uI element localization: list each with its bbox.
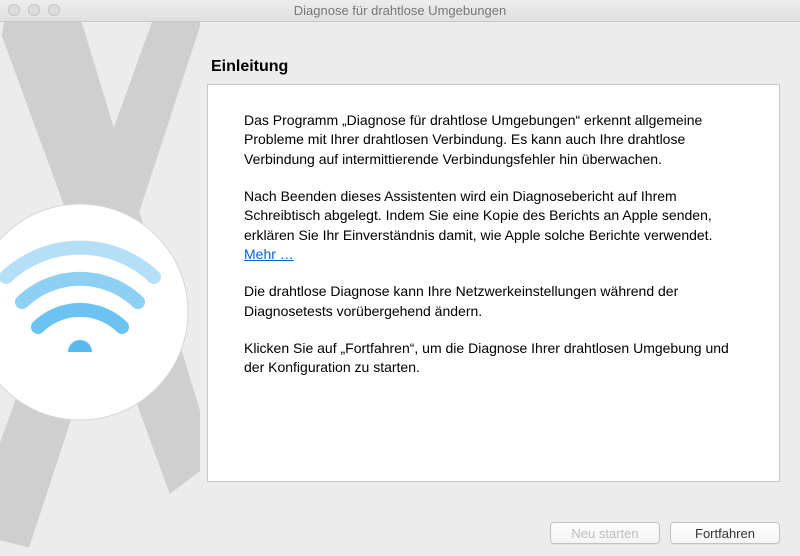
intro-text-box: Das Programm „Diagnose für drahtlose Umg… bbox=[207, 84, 780, 482]
content-panel: Einleitung Das Programm „Diagnose für dr… bbox=[207, 58, 780, 482]
close-icon[interactable] bbox=[8, 4, 20, 16]
wifi-icon bbox=[6, 248, 154, 352]
paragraph: Klicken Sie auf „Fortfahren“, um die Dia… bbox=[244, 339, 745, 378]
window-title: Diagnose für drahtlose Umgebungen bbox=[294, 3, 506, 18]
paragraph: Das Programm „Diagnose für drahtlose Umg… bbox=[244, 111, 745, 169]
button-row: Neu starten Fortfahren bbox=[550, 522, 780, 544]
minimize-icon[interactable] bbox=[28, 4, 40, 16]
window-body: Einleitung Das Programm „Diagnose für dr… bbox=[0, 22, 800, 556]
paragraph: Nach Beenden dieses Assistenten wird ein… bbox=[244, 187, 745, 264]
background-graphic bbox=[0, 22, 200, 556]
more-link[interactable]: Mehr … bbox=[244, 246, 294, 262]
zoom-icon[interactable] bbox=[48, 4, 60, 16]
paragraph: Die drahtlose Diagnose kann Ihre Netzwer… bbox=[244, 282, 745, 321]
window-controls bbox=[8, 4, 60, 16]
page-title: Einleitung bbox=[211, 58, 780, 76]
restart-button: Neu starten bbox=[550, 522, 660, 544]
continue-button[interactable]: Fortfahren bbox=[670, 522, 780, 544]
paragraph-text: Nach Beenden dieses Assistenten wird ein… bbox=[244, 188, 712, 243]
titlebar: Diagnose für drahtlose Umgebungen bbox=[0, 0, 800, 22]
